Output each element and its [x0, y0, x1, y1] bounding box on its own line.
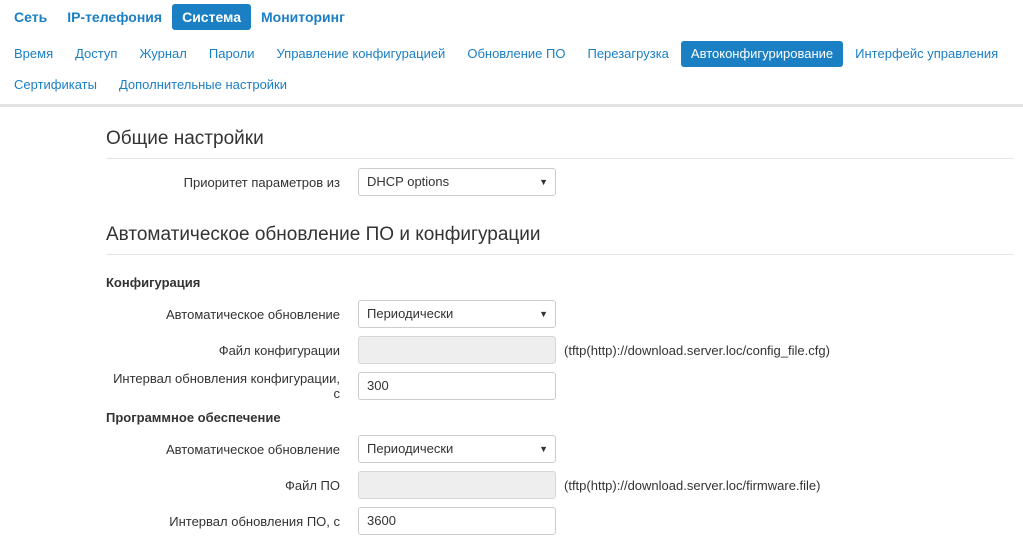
- form-row-software-update: Автоматическое обновление Периодически ▼: [106, 435, 1013, 463]
- config-file-label: Файл конфигурации: [218, 342, 340, 358]
- priority-label: Приоритет параметров из: [183, 174, 340, 190]
- subheading-configuration: Конфигурация: [106, 275, 201, 290]
- software-update-select[interactable]: Периодически ▼: [358, 435, 556, 463]
- topnav-ip-telephony[interactable]: IP-телефония: [57, 4, 172, 30]
- config-update-select-value: Периодически: [367, 306, 454, 321]
- subnav-row-1: Время Доступ Журнал Пароли Управление ко…: [0, 40, 1023, 68]
- topnav-network[interactable]: Сеть: [4, 4, 57, 30]
- config-update-label: Автоматическое обновление: [165, 306, 340, 322]
- subheading-software: Программное обеспечение: [106, 410, 281, 425]
- tab-management-interface[interactable]: Интерфейс управления: [845, 41, 1008, 67]
- tab-certificates[interactable]: Сертификаты: [4, 72, 107, 98]
- caret-down-icon: ▼: [539, 309, 548, 319]
- tab-passwords[interactable]: Пароли: [199, 41, 265, 67]
- software-interval-label: Интервал обновления ПО, с: [169, 513, 340, 529]
- main-content: Общие настройки Приоритет параметров из …: [106, 107, 1013, 535]
- subnav-row-2: Сертификаты Дополнительные настройки: [0, 71, 1023, 99]
- tab-log[interactable]: Журнал: [129, 41, 196, 67]
- software-interval-input[interactable]: 3600: [358, 507, 556, 535]
- form-row-config-file: Файл конфигурации (tftp(http)://download…: [106, 336, 1013, 364]
- software-file-label: Файл ПО: [284, 477, 340, 493]
- config-interval-label: Интервал обновления конфигурации, с: [113, 371, 340, 401]
- tab-firmware-update[interactable]: Обновление ПО: [457, 41, 575, 67]
- form-row-config-interval: Интервал обновления конфигурации, с 300: [106, 371, 1013, 401]
- software-update-label: Автоматическое обновление: [165, 441, 340, 457]
- config-file-input[interactable]: [358, 336, 556, 364]
- priority-select-value: DHCP options: [367, 174, 450, 189]
- tab-additional-settings[interactable]: Дополнительные настройки: [109, 72, 297, 98]
- topnav-system[interactable]: Система: [172, 4, 251, 30]
- tab-config-management[interactable]: Управление конфигурацией: [266, 41, 455, 67]
- tab-autoconfiguration[interactable]: Автоконфигурирование: [680, 41, 844, 67]
- form-row-priority: Приоритет параметров из DHCP options ▼: [106, 168, 1013, 196]
- form-row-software-file: Файл ПО (tftp(http)://download.server.lo…: [106, 471, 1013, 499]
- caret-down-icon: ▼: [539, 444, 548, 454]
- form-row-software-interval: Интервал обновления ПО, с 3600: [106, 507, 1013, 535]
- form-row-config-update: Автоматическое обновление Периодически ▼: [106, 300, 1013, 328]
- top-navigation: Сеть IP-телефония Система Мониторинг: [0, 0, 355, 34]
- sub-navigation: Время Доступ Журнал Пароли Управление ко…: [0, 40, 1023, 99]
- software-file-input[interactable]: [358, 471, 556, 499]
- tab-time[interactable]: Время: [4, 41, 63, 67]
- config-update-select[interactable]: Периодически ▼: [358, 300, 556, 328]
- software-file-hint: (tftp(http)://download.server.loc/firmwa…: [564, 477, 821, 493]
- software-update-select-value: Периодически: [367, 441, 454, 456]
- tab-reboot[interactable]: Перезагрузка: [577, 41, 678, 67]
- priority-select[interactable]: DHCP options ▼: [358, 168, 556, 196]
- config-interval-input[interactable]: 300: [358, 372, 556, 400]
- tab-access[interactable]: Доступ: [65, 41, 127, 67]
- config-file-hint: (tftp(http)://download.server.loc/config…: [564, 342, 830, 358]
- caret-down-icon: ▼: [539, 177, 548, 187]
- section-title-auto-update: Автоматическое обновление ПО и конфигура…: [106, 224, 1013, 255]
- topnav-monitoring[interactable]: Мониторинг: [251, 4, 355, 30]
- section-title-general: Общие настройки: [106, 128, 1013, 159]
